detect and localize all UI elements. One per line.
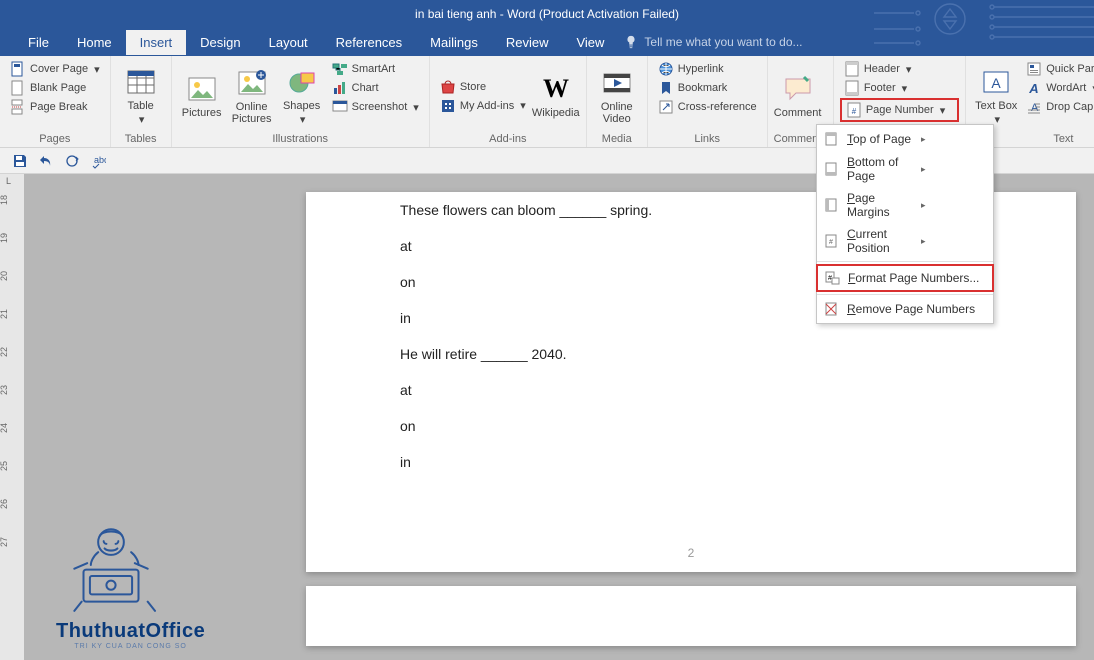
blank-page-button[interactable]: Blank Page [6,79,104,97]
smartart-button[interactable]: SmartArt [328,60,423,78]
tab-view[interactable]: View [562,30,618,55]
screenshot-button[interactable]: Screenshot▾ [328,98,423,116]
doc-line: at [400,382,982,398]
watermark-name: ThuthuatOffice [56,620,205,643]
group-label-addins: Add-ins [436,132,580,145]
app-title: in bai tieng anh - Word (Product Activat… [415,7,679,21]
page-number-footer: 2 [306,546,1076,560]
menu-top-of-page[interactable]: Top of Page▸ [817,127,993,151]
svg-text:#: # [829,239,833,246]
header-button[interactable]: Header▾ [840,60,959,78]
tab-home[interactable]: Home [63,30,126,55]
tab-file[interactable]: File [14,30,63,55]
menu-current-position[interactable]: #Current Position▸ [817,223,993,259]
redo-icon[interactable] [64,153,80,169]
page-number-menu: Top of Page▸ Bottom of Page▸ Page Margin… [816,124,994,324]
group-illustrations: Pictures Online Pictures Shapes▾ SmartAr… [172,56,430,147]
doc-line: in [400,454,982,470]
menu-remove-page-numbers[interactable]: Remove Page Numbers [817,297,993,321]
svg-text:A: A [992,75,1002,91]
svg-text:A: A [1029,81,1039,96]
group-links: Hyperlink Bookmark Cross-reference Links [648,56,768,147]
document-page-next[interactable] [306,586,1076,646]
bulb-icon [624,35,638,49]
watermark-tagline: TRI KY CUA DAN CONG SO [56,643,205,650]
wordart-button[interactable]: AWordArt▾ [1022,79,1094,97]
page-break-button[interactable]: Page Break [6,98,104,116]
tab-insert[interactable]: Insert [126,30,187,55]
group-media: Online Video Media [587,56,648,147]
group-label-links: Links [654,132,761,145]
textbox-button[interactable]: AText Box▾ [972,60,1020,132]
vertical-ruler[interactable]: L 18192021222324252627 [0,174,24,660]
group-tables: Table▾ Tables [111,56,172,147]
tab-design[interactable]: Design [186,30,254,55]
svg-text:#: # [852,107,857,116]
menu-tabs: File Home Insert Design Layout Reference… [0,28,1094,56]
online-video-button[interactable]: Online Video [593,60,641,132]
cross-reference-button[interactable]: Cross-reference [654,98,761,116]
shapes-button[interactable]: Shapes▾ [278,60,326,132]
doc-line: on [400,418,982,434]
menu-bottom-of-page[interactable]: Bottom of Page▸ [817,151,993,187]
menu-format-page-numbers[interactable]: #Format Page Numbers... [816,264,994,292]
comment-button[interactable]: Comment [774,60,822,132]
tab-layout[interactable]: Layout [255,30,322,55]
spellcheck-icon[interactable]: abc [90,153,106,169]
tab-mailings[interactable]: Mailings [416,30,492,55]
tell-me-label: Tell me what you want to do... [644,35,802,49]
quickparts-button[interactable]: Quick Parts▾ [1022,60,1094,78]
hyperlink-button[interactable]: Hyperlink [654,60,761,78]
tab-references[interactable]: References [322,30,416,55]
footer-button[interactable]: Footer▾ [840,79,959,97]
store-button[interactable]: Store [436,78,530,96]
save-icon[interactable] [12,153,28,169]
group-label-pages: Pages [6,132,104,145]
wikipedia-button[interactable]: WWikipedia [532,60,580,132]
title-bar: in bai tieng anh - Word (Product Activat… [0,0,1094,28]
menu-page-margins[interactable]: Page Margins▸ [817,187,993,223]
svg-text:abc: abc [94,155,106,165]
doc-line: He will retire ______ 2040. [400,346,982,362]
svg-text:W: W [543,74,569,103]
online-pictures-button[interactable]: Online Pictures [228,60,276,132]
chart-button[interactable]: Chart [328,79,423,97]
pictures-button[interactable]: Pictures [178,60,226,132]
undo-icon[interactable] [38,153,54,169]
myaddins-button[interactable]: My Add-ins▾ [436,97,530,115]
tell-me-box[interactable]: Tell me what you want to do... [624,35,802,49]
group-label-illustrations: Illustrations [178,132,423,145]
table-button[interactable]: Table▾ [117,60,165,132]
group-pages: Cover Page▾ Blank Page Page Break Pages [0,56,111,147]
page-number-button[interactable]: #Page Number▾ [840,98,959,122]
cover-page-button[interactable]: Cover Page▾ [6,60,104,78]
watermark-logo: ThuthuatOffice TRI KY CUA DAN CONG SO [56,510,205,650]
group-addins: Store My Add-ins▾ WWikipedia Add-ins [430,56,587,147]
bookmark-button[interactable]: Bookmark [654,79,761,97]
group-label-tables: Tables [117,132,165,145]
svg-text:#: # [828,275,832,282]
group-label-media: Media [593,132,641,145]
dropcap-button[interactable]: ADrop Cap▾ [1022,98,1094,116]
tab-review[interactable]: Review [492,30,563,55]
